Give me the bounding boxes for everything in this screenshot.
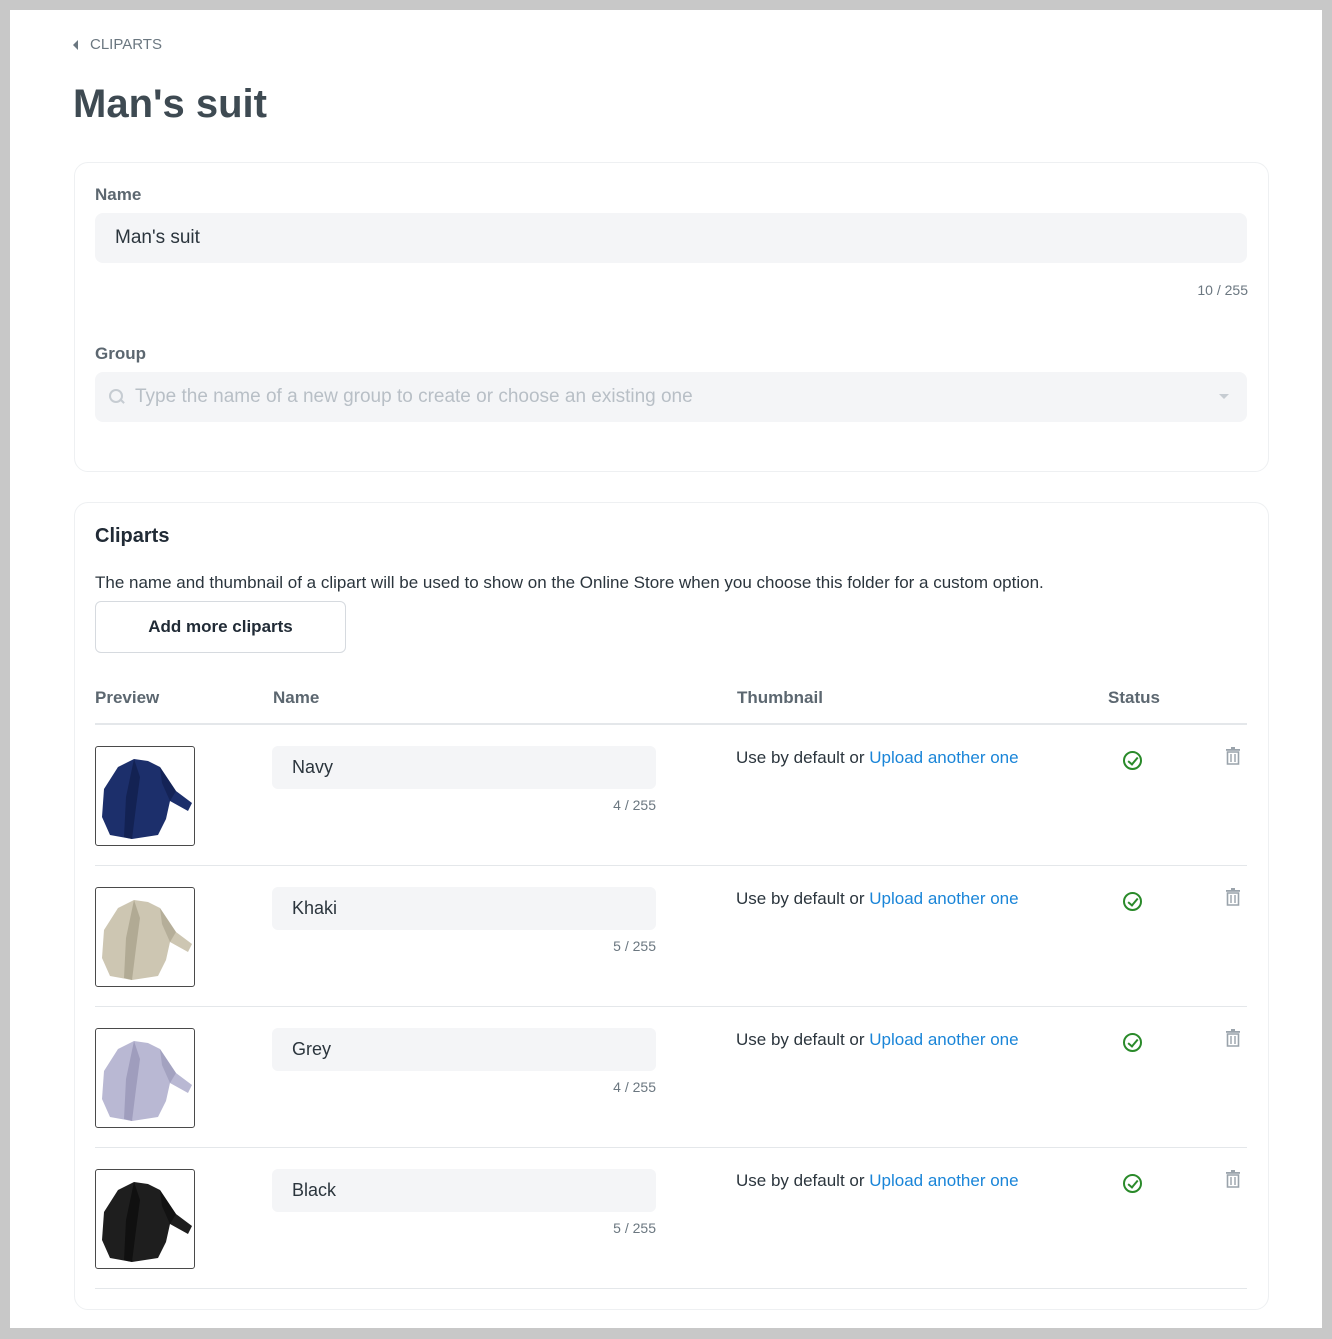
clipart-name-input[interactable]: Black <box>272 1169 656 1212</box>
cliparts-description: The name and thumbnail of a clipart will… <box>95 573 1044 592</box>
clipart-name-input[interactable]: Grey <box>272 1028 656 1071</box>
clipart-preview-image <box>95 1028 195 1128</box>
clipart-preview-image <box>95 746 195 846</box>
thumbnail-cell: Use by default or Upload another one <box>736 748 1019 768</box>
chevron-down-icon <box>1219 394 1229 399</box>
group-select[interactable]: Type the name of a new group to create o… <box>95 372 1247 422</box>
trash-icon[interactable] <box>1226 888 1240 906</box>
thumbnail-cell: Use by default or Upload another one <box>736 889 1019 909</box>
clipart-name-counter: 5 / 255 <box>613 1220 656 1236</box>
thumbnail-cell: Use by default or Upload another one <box>736 1171 1019 1191</box>
column-name: Name <box>273 688 320 707</box>
jacket-icon <box>102 1041 192 1121</box>
thumbnail-default-text: Use by default or <box>736 1171 865 1190</box>
jacket-icon <box>102 900 192 980</box>
thumbnail-default-text: Use by default or <box>736 889 865 908</box>
jacket-icon <box>102 759 192 839</box>
table-row: Black 5 / 255 Use by default or Upload a… <box>95 1148 1247 1289</box>
add-cliparts-button[interactable]: Add more cliparts <box>95 601 346 653</box>
trash-icon[interactable] <box>1226 1170 1240 1188</box>
details-card: Name Man's suit 10 / 255 Group Type the … <box>74 162 1269 472</box>
check-circle-icon <box>1123 1174 1142 1193</box>
trash-icon[interactable] <box>1226 747 1240 765</box>
check-circle-icon <box>1123 1033 1142 1052</box>
group-label: Group <box>95 344 146 363</box>
thumbnail-default-text: Use by default or <box>736 1030 865 1049</box>
clipart-name-counter: 4 / 255 <box>613 797 656 813</box>
trash-icon[interactable] <box>1226 1029 1240 1047</box>
page: CLIPARTS Man's suit Name Man's suit 10 /… <box>10 10 1322 1328</box>
jacket-icon <box>102 1182 192 1262</box>
name-input[interactable]: Man's suit <box>95 213 1247 263</box>
clipart-name-input[interactable]: Khaki <box>272 887 656 930</box>
search-icon <box>109 389 125 405</box>
clipart-name-input[interactable]: Navy <box>272 746 656 789</box>
group-placeholder: Type the name of a new group to create o… <box>135 386 693 407</box>
cliparts-title: Cliparts <box>95 525 170 547</box>
clipart-preview-image <box>95 1169 195 1269</box>
table-row: Grey 4 / 255 Use by default or Upload an… <box>95 1007 1247 1148</box>
upload-thumbnail-link[interactable]: Upload another one <box>869 1030 1018 1049</box>
thumbnail-cell: Use by default or Upload another one <box>736 1030 1019 1050</box>
name-label: Name <box>95 185 142 204</box>
cliparts-card: Cliparts The name and thumbnail of a cli… <box>74 502 1269 1310</box>
table-row: Navy 4 / 255 Use by default or Upload an… <box>95 725 1247 866</box>
clipart-name-counter: 4 / 255 <box>613 1079 656 1095</box>
clipart-preview-image <box>95 887 195 987</box>
thumbnail-default-text: Use by default or <box>736 748 865 767</box>
upload-thumbnail-link[interactable]: Upload another one <box>869 1171 1018 1190</box>
breadcrumb-label: CLIPARTS <box>90 36 162 53</box>
column-thumbnail: Thumbnail <box>737 688 823 707</box>
page-title: Man's suit <box>73 82 267 126</box>
upload-thumbnail-link[interactable]: Upload another one <box>869 748 1018 767</box>
upload-thumbnail-link[interactable]: Upload another one <box>869 889 1018 908</box>
table-row: Khaki 5 / 255 Use by default or Upload a… <box>95 866 1247 1007</box>
check-circle-icon <box>1123 751 1142 770</box>
clipart-name-counter: 5 / 255 <box>613 938 656 954</box>
column-status: Status <box>1108 688 1160 707</box>
chevron-left-icon <box>73 39 78 50</box>
name-counter: 10 / 255 <box>1197 282 1248 298</box>
breadcrumb[interactable]: CLIPARTS <box>73 36 162 53</box>
check-circle-icon <box>1123 892 1142 911</box>
column-preview: Preview <box>95 688 160 707</box>
